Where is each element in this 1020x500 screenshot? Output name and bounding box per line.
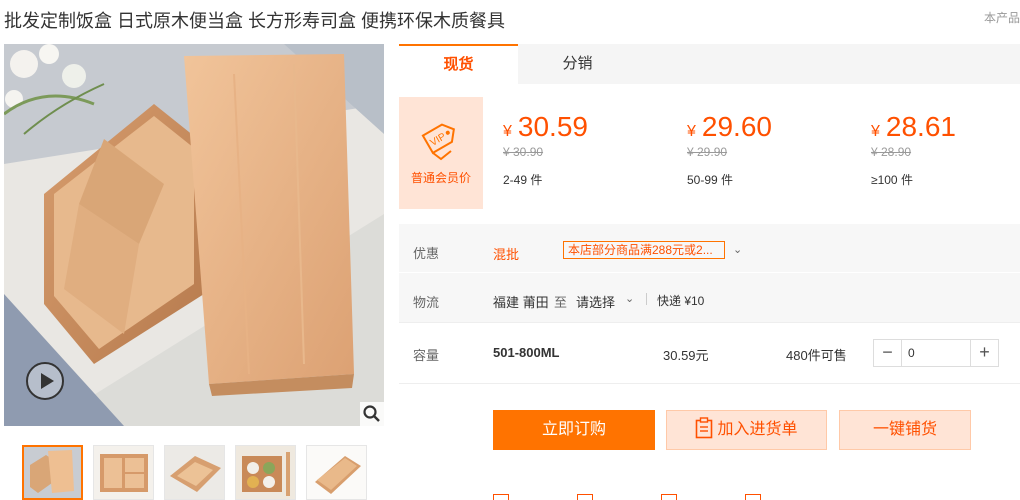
bottom-toolbar [493, 494, 761, 500]
vip-tag-icon: VIP [421, 123, 455, 161]
tier-original-price: ¥ 28.90 [871, 145, 912, 159]
main-product-image[interactable] [4, 44, 384, 426]
tier-original-price: ¥ 29.90 [687, 145, 728, 159]
quantity-stepper: − + [873, 339, 999, 367]
title-note[interactable]: 本产品 [984, 9, 1020, 26]
thumbnail-strip [22, 445, 367, 500]
separator [646, 293, 647, 305]
ship-to-text: 至 [554, 295, 568, 310]
tier-quantity: 2-49 件 [503, 173, 543, 187]
decrease-button[interactable]: − [874, 340, 902, 366]
sku-stock: 480件可售 [786, 348, 847, 363]
one-click-distribute-button[interactable]: 一键铺货 [839, 410, 971, 450]
member-price-badge: VIP 普通会员价 [399, 97, 483, 209]
play-video-button[interactable] [26, 362, 64, 400]
chevron-down-icon[interactable]: ⌄ [733, 243, 742, 256]
tab-distribution[interactable]: 分销 [518, 44, 637, 84]
shipping-label: 物流 [413, 295, 440, 310]
add-to-cart-label: 加入进货单 [717, 421, 798, 438]
member-price-label: 普通会员价 [410, 171, 471, 185]
ship-from-location: 福建 莆田 [493, 295, 549, 310]
sku-name: 501-800ML [493, 345, 560, 360]
shipping-fee: 快递 ¥10 [657, 294, 705, 308]
price-tier-2: ¥29.60 ¥ 29.90 50-99 件 [687, 111, 857, 188]
tier-quantity: ≥100 件 [871, 173, 913, 187]
capacity-label: 容量 [413, 348, 440, 363]
tier-price: ¥28.61 [871, 111, 956, 142]
quantity-input[interactable] [902, 340, 970, 366]
thumbnail-2[interactable] [93, 445, 154, 500]
clipboard-icon [696, 417, 713, 439]
chevron-down-icon[interactable]: ⌄ [625, 292, 634, 305]
zoom-icon[interactable] [360, 402, 384, 426]
price-tier-1: ¥30.59 ¥ 30.90 2-49 件 [503, 111, 673, 188]
mixed-batch-tag: 混批 [493, 247, 520, 262]
thumbnail-4[interactable] [235, 445, 296, 500]
promotion-label: 优惠 [413, 246, 440, 261]
product-photo [4, 44, 384, 426]
price-tier-3: ¥28.61 ¥ 28.90 ≥100 件 [871, 111, 1020, 188]
order-info: 优惠 混批 本店部分商品满288元或2... ⌄ 物流 福建 莆田 至 请选择 … [399, 224, 1020, 384]
destination-select[interactable]: 请选择 [576, 292, 615, 311]
thumbnail-3[interactable] [164, 445, 225, 500]
sku-price: 30.59元 [663, 348, 709, 363]
tier-price: ¥29.60 [687, 111, 772, 142]
product-title: 批发定制饭盒 日式原木便当盒 长方形寿司盒 便携环保木质餐具 [4, 11, 506, 31]
tier-original-price: ¥ 30.90 [503, 145, 544, 159]
tier-price: ¥30.59 [503, 111, 588, 142]
price-tiers: VIP 普通会员价 ¥30.59 ¥ 30.90 2-49 件 ¥29.60 ¥… [399, 97, 1020, 209]
report-icon[interactable] [745, 494, 761, 500]
promotion-text[interactable]: 本店部分商品满288元或2... [563, 241, 725, 259]
favorite-icon[interactable] [493, 494, 509, 500]
tier-quantity: 50-99 件 [687, 173, 734, 187]
sku-row: 容量 501-800ML 30.59元 480件可售 − + [399, 322, 1020, 384]
share-icon[interactable] [577, 494, 593, 500]
compare-icon[interactable] [661, 494, 677, 500]
purchase-tabs: 现货 分销 [399, 44, 1020, 84]
thumbnail-5[interactable] [306, 445, 367, 500]
add-to-cart-button[interactable]: 加入进货单 [666, 410, 827, 450]
divider [399, 272, 1020, 273]
thumbnail-1[interactable] [22, 445, 83, 500]
tab-spot[interactable]: 现货 [399, 44, 518, 84]
increase-button[interactable]: + [970, 340, 998, 366]
buy-now-button[interactable]: 立即订购 [493, 410, 655, 450]
